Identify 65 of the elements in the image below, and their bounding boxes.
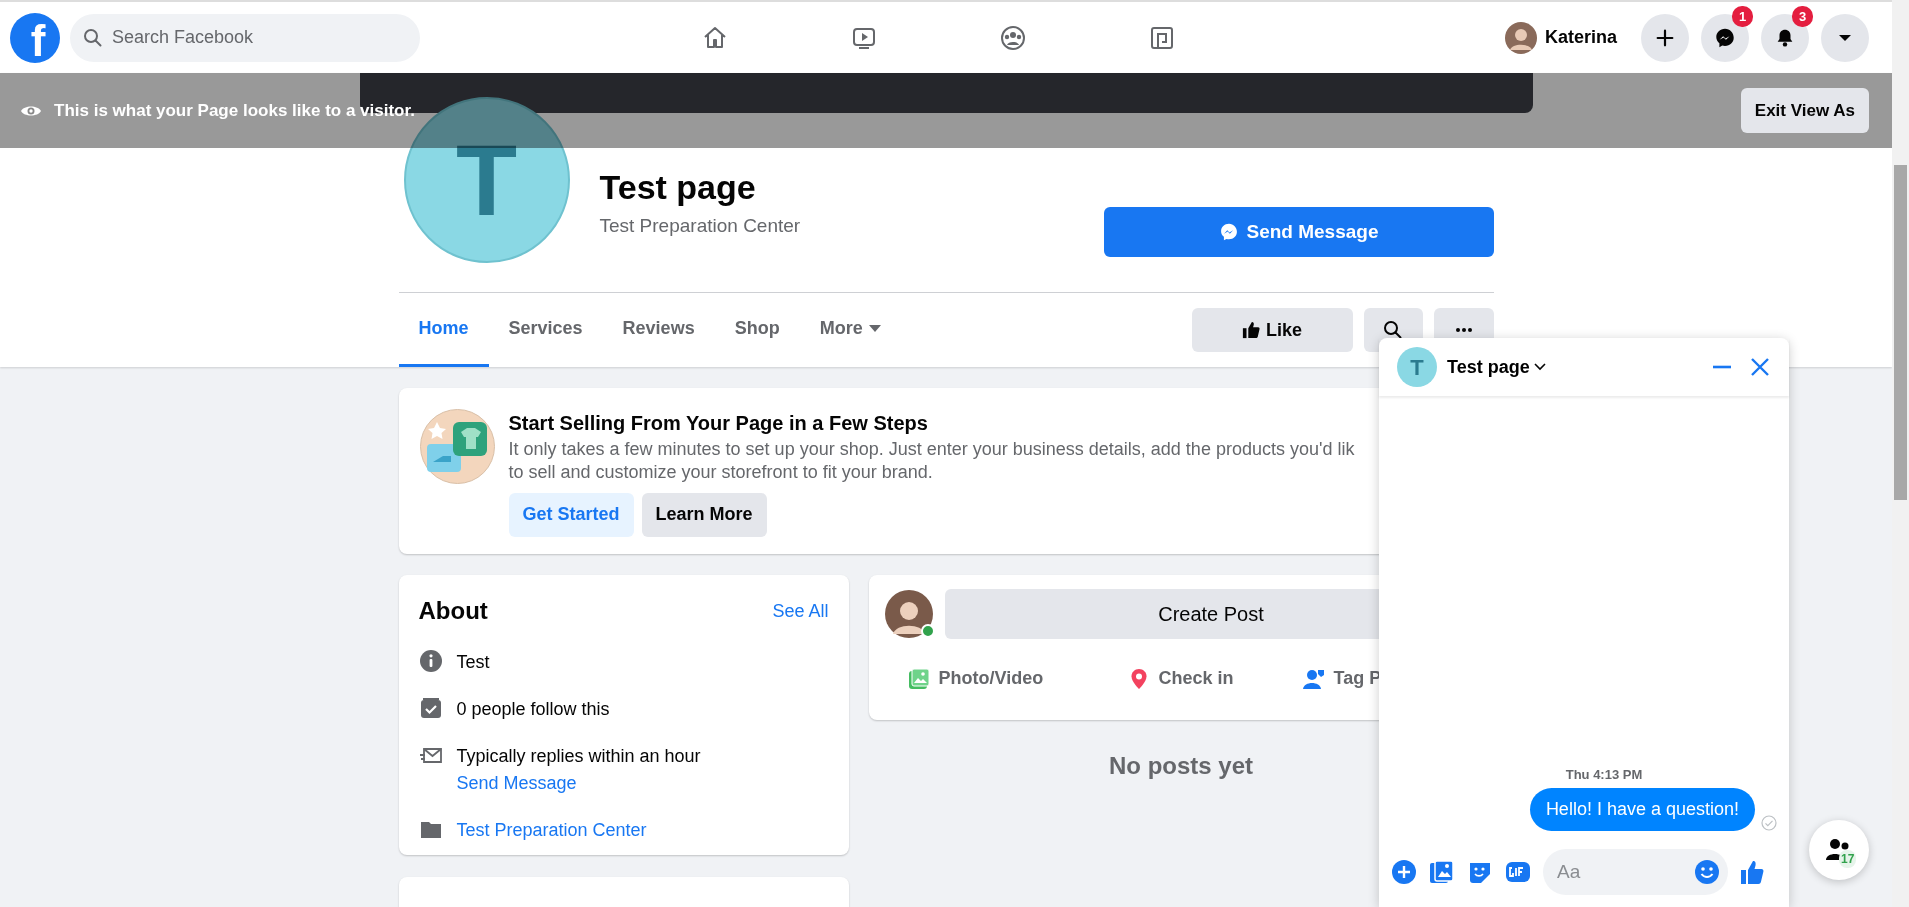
page-tab[interactable]: Shop (714, 293, 800, 367)
contacts-button[interactable]: 17 (1809, 820, 1869, 880)
about-text: Test (456, 651, 490, 674)
search-icon (1383, 320, 1403, 340)
search-field[interactable]: Search Facebook (70, 13, 420, 62)
promo-title: Start Selling From Your Page in a Few Steps (508, 411, 929, 436)
empty-feed-text: No posts yet (1108, 751, 1254, 781)
promo-text: to sell and customize your storefront to fit your brand. (508, 461, 934, 485)
close-icon[interactable] (1749, 356, 1771, 378)
chat-avatar: T (1397, 347, 1437, 387)
about-link[interactable]: Send Message (456, 770, 701, 797)
messenger-icon (1218, 222, 1239, 242)
photo-icon (906, 666, 931, 691)
create-button[interactable] (1641, 13, 1689, 62)
gif-icon[interactable] (1505, 859, 1531, 885)
banner-text: This is what your Page looks like to a visitor. (54, 99, 415, 122)
scrollbar[interactable] (1892, 0, 1909, 907)
logo[interactable]: f (10, 12, 60, 63)
chevron-icon (1533, 363, 1546, 371)
image-icon[interactable] (1429, 859, 1455, 885)
notification-count: 1 (1732, 5, 1753, 27)
more-icon (1454, 327, 1473, 333)
chat-title[interactable]: Test page (1447, 353, 1546, 381)
section-title: About (418, 596, 488, 626)
avatar-icon[interactable] (1504, 21, 1537, 54)
contacts-count: 17 (1839, 850, 1857, 868)
messenger-icon (1714, 26, 1736, 49)
sent-check-icon (1761, 815, 1777, 831)
promo-text: It only takes a few minutes to set up your shop. Just enter your business details, add the products you'd lik (508, 438, 1355, 461)
page-tab[interactable]: More (799, 293, 901, 367)
see-all-link[interactable]: See All (772, 597, 829, 625)
get-started-button[interactable]: Get Started (508, 492, 634, 537)
shop-icon (418, 408, 496, 485)
check-box-icon (418, 696, 443, 720)
emoji-icon[interactable] (1694, 859, 1720, 885)
exit-view-button[interactable]: Exit View As (1740, 88, 1869, 133)
search-icon (83, 27, 103, 48)
page-tab[interactable]: Reviews (602, 293, 715, 367)
notifications-button[interactable] (1761, 13, 1809, 62)
plus-circle-icon[interactable] (1391, 859, 1417, 885)
message-bubble: Hello! I have a question! (1529, 788, 1755, 831)
messenger-button[interactable] (1701, 13, 1749, 62)
about-link[interactable]: Test Preparation Center (456, 817, 647, 844)
page-category: Test Preparation Center (599, 213, 801, 238)
post-action[interactable]: Check in (1126, 665, 1302, 692)
thumbs-up-icon (1242, 321, 1260, 339)
page-name: Test page (599, 167, 757, 208)
about-text: Typically replies within an hour (456, 745, 701, 768)
about-text: 0 people follow this (456, 698, 610, 721)
page-tab[interactable]: Home (398, 293, 489, 367)
group-icon[interactable] (998, 23, 1027, 52)
avatar-icon (884, 590, 933, 638)
page-tab[interactable]: Services (488, 293, 603, 367)
post-action[interactable]: Photo/Video (906, 665, 1127, 692)
user-name[interactable]: Katerina (1544, 24, 1617, 51)
thumbs-up-icon[interactable] (1740, 859, 1766, 885)
notification-count: 3 (1792, 5, 1813, 27)
scrollbar-thumb[interactable] (1894, 165, 1907, 500)
send-message-button[interactable]: Send Message (1103, 207, 1494, 257)
message-input[interactable]: Aa (1543, 849, 1728, 895)
like-button[interactable]: Like (1191, 308, 1353, 352)
learn-more-button[interactable]: Learn More (641, 492, 767, 537)
info-icon (418, 649, 443, 673)
message-time: Thu 4:13 PM (1565, 765, 1643, 784)
caret-icon (1839, 34, 1851, 41)
